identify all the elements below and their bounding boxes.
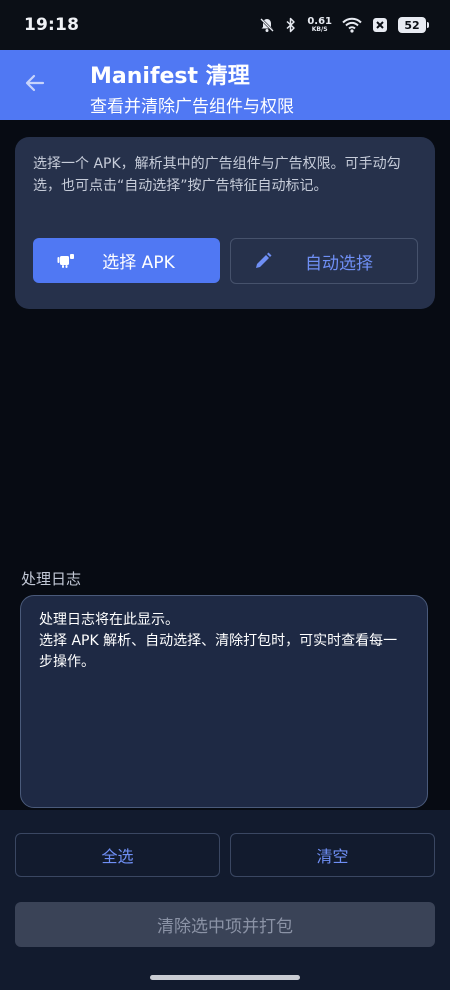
auto-select-label: 自动选择 bbox=[305, 253, 373, 274]
intro-description: 选择一个 APK，解析其中的广告组件与广告权限。可手动勾选，也可点击“自动选择”… bbox=[33, 156, 401, 194]
status-time: 19:18 bbox=[24, 15, 80, 35]
battery-level: 52 bbox=[404, 18, 420, 32]
log-title: 处理日志 bbox=[21, 570, 82, 588]
auto-select-button[interactable]: 自动选择 bbox=[230, 238, 418, 284]
page-subtitle: 查看并清除广告组件与权限 bbox=[90, 97, 294, 117]
page-title: Manifest 清理 bbox=[90, 64, 250, 89]
bell-off-icon bbox=[259, 17, 275, 33]
status-icons: 0.61 KB/S 52 bbox=[259, 17, 429, 34]
intro-card: 选择一个 APK，解析其中的广告组件与广告权限。可手动勾选，也可点击“自动选择”… bbox=[15, 137, 435, 309]
select-all-button[interactable]: 全选 bbox=[15, 833, 220, 877]
arrow-left-icon bbox=[23, 71, 47, 99]
network-speed: 0.61 KB/S bbox=[307, 17, 332, 34]
back-button[interactable] bbox=[18, 68, 52, 102]
clean-and-pack-button[interactable]: 清除选中项并打包 bbox=[15, 902, 435, 947]
speed-unit: KB/S bbox=[311, 26, 328, 33]
select-apk-label: 选择 APK bbox=[102, 253, 175, 273]
status-bar: 19:18 0.61 KB/S 52 bbox=[0, 0, 450, 50]
wifi-icon bbox=[342, 17, 362, 33]
clear-button[interactable]: 清空 bbox=[230, 833, 435, 877]
log-content: 处理日志将在此显示。 选择 APK 解析、自动选择、清除打包时，可实时查看每一步… bbox=[39, 612, 398, 670]
pencil-icon bbox=[253, 251, 273, 275]
battery-icon: 52 bbox=[398, 17, 429, 33]
x-app-icon bbox=[372, 17, 388, 33]
gesture-bar[interactable] bbox=[150, 975, 300, 980]
log-box[interactable]: 处理日志将在此显示。 选择 APK 解析、自动选择、清除打包时，可实时查看每一步… bbox=[20, 595, 428, 808]
bottom-action-bar: 全选 清空 清除选中项并打包 bbox=[0, 810, 450, 990]
app-bar: Manifest 清理 查看并清除广告组件与权限 bbox=[0, 50, 450, 120]
android-icon bbox=[57, 251, 75, 273]
select-apk-button[interactable]: 选择 APK bbox=[33, 238, 220, 283]
bluetooth-icon bbox=[285, 17, 297, 33]
